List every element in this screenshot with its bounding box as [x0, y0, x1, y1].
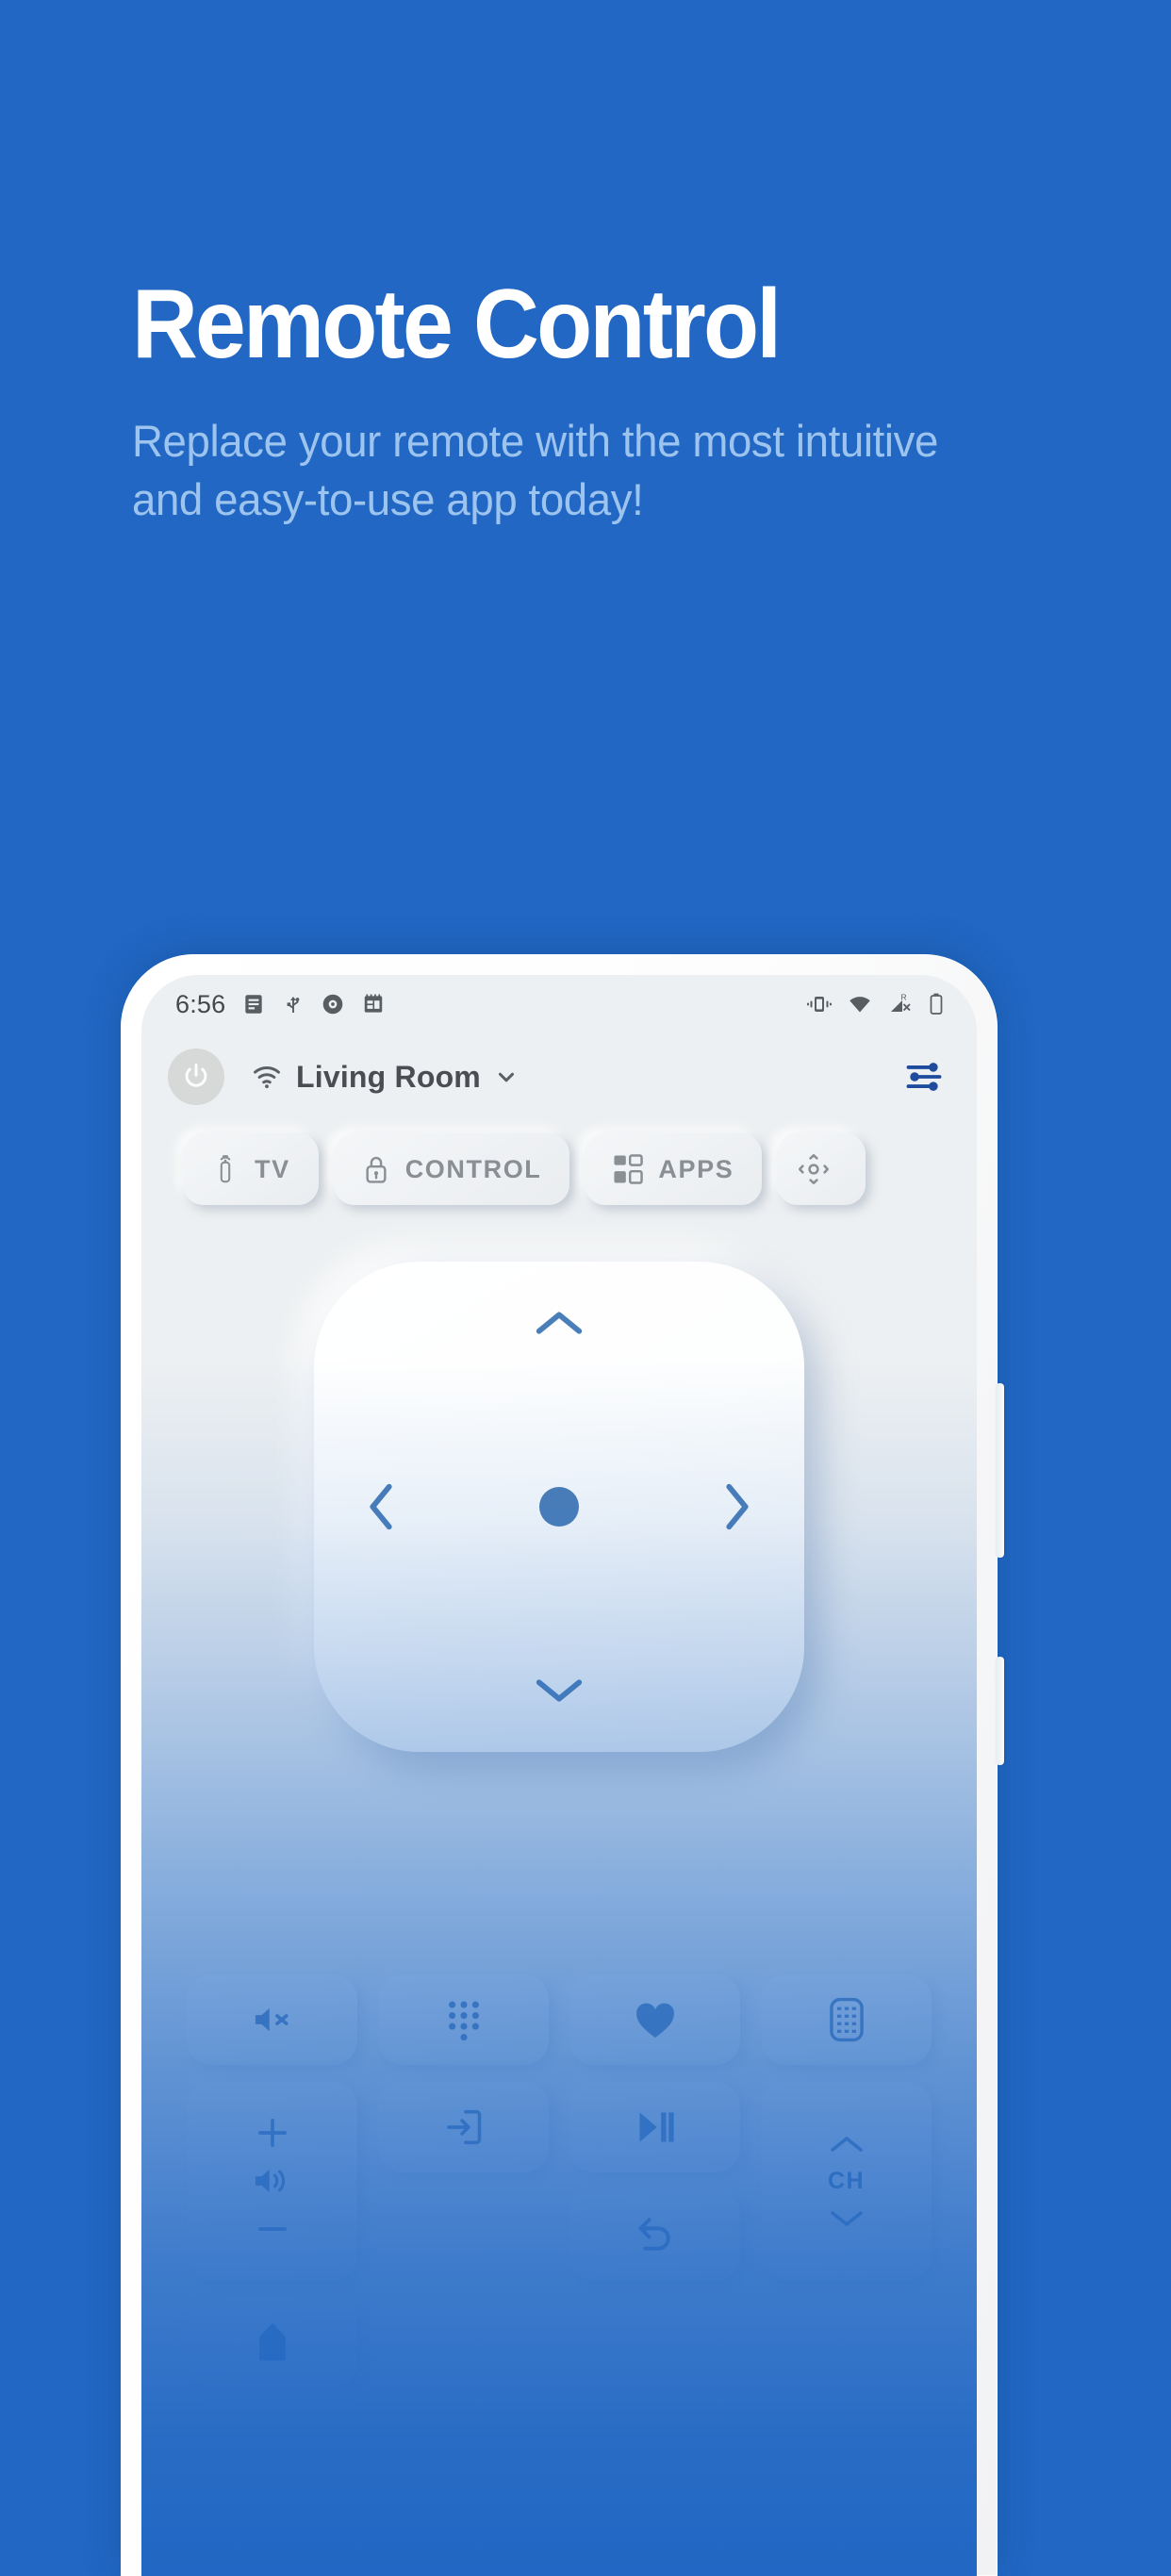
- favorite-button[interactable]: [569, 1974, 740, 2065]
- channel-rocker-group[interactable]: CH: [761, 2082, 932, 2280]
- tab-apps[interactable]: APPS: [585, 1133, 763, 1205]
- chevron-up-icon[interactable]: [532, 1305, 586, 1343]
- minus-icon[interactable]: [253, 2209, 292, 2249]
- input-source-icon: [442, 2105, 486, 2149]
- keypad-button[interactable]: [378, 1974, 549, 2065]
- channel-label: CH: [828, 2167, 865, 2194]
- status-bar-time: 6:56: [175, 989, 226, 1018]
- usb-icon: [282, 992, 305, 1016]
- room-selector[interactable]: Living Room: [251, 1060, 519, 1095]
- calendar-icon: [361, 992, 386, 1016]
- dpad-control[interactable]: [314, 1262, 804, 1752]
- tab-bar[interactable]: TV CONTROL APPS: [141, 1120, 977, 1222]
- heart-icon: [634, 2000, 677, 2039]
- wifi-icon: [847, 993, 873, 1016]
- chevron-down-icon[interactable]: [494, 1065, 519, 1089]
- volume-rocker-button[interactable]: [996, 1383, 1004, 1558]
- tab-control[interactable]: CONTROL: [333, 1133, 570, 1205]
- sliders-icon[interactable]: [903, 1056, 945, 1098]
- back-arrow-icon: [634, 2214, 677, 2255]
- dpad-icon: [798, 1153, 830, 1185]
- source-button[interactable]: [378, 2082, 549, 2172]
- marketing-copy: Remote Control Replace your remote with …: [132, 270, 1037, 528]
- volume-rocker-group[interactable]: [187, 2082, 357, 2280]
- grid-spacer-right: [378, 2297, 549, 2387]
- chevron-down-icon[interactable]: [825, 2204, 868, 2233]
- vibrate-icon: [806, 993, 833, 1016]
- record-disc-icon: [321, 992, 345, 1016]
- chevron-left-icon[interactable]: [363, 1479, 401, 1534]
- volume-icon: [251, 2162, 294, 2200]
- notes-icon: [241, 992, 266, 1016]
- dialpad-icon: [445, 1998, 483, 2041]
- battery-icon: [928, 992, 945, 1016]
- plus-icon[interactable]: [253, 2113, 292, 2153]
- app-header: Living Room: [141, 1033, 977, 1120]
- power-button[interactable]: [168, 1049, 224, 1105]
- home-button[interactable]: [187, 2297, 357, 2387]
- phone-mockup: 6:56 R Living Room TV CONTROL APPS CH: [121, 954, 1004, 2576]
- phone-screen: 6:56 R Living Room TV CONTROL APPS CH: [141, 975, 977, 2576]
- room-name-label: Living Room: [296, 1059, 481, 1094]
- lock-icon: [362, 1153, 390, 1185]
- power-key-button[interactable]: [996, 1657, 1004, 1765]
- svg-text:R: R: [901, 993, 907, 1002]
- keyboard-grid-icon: [828, 1996, 866, 2043]
- volume-mute-icon: [251, 2001, 294, 2039]
- chevron-down-icon[interactable]: [532, 1671, 586, 1709]
- tab-control-label: CONTROL: [404, 1154, 542, 1183]
- cellular-off-roaming-icon: R: [887, 992, 914, 1016]
- dpad-stage: [141, 1222, 977, 1752]
- status-bar: 6:56 R: [141, 975, 977, 1033]
- page-subtitle: Replace your remote with the most intuit…: [132, 416, 938, 524]
- page-title: Remote Control: [132, 270, 782, 379]
- play-pause-button[interactable]: [569, 2082, 740, 2172]
- tab-tv[interactable]: TV: [183, 1133, 319, 1205]
- back-button[interactable]: [569, 2189, 740, 2280]
- play-pause-icon: [635, 2107, 676, 2147]
- remote-stick-icon: [211, 1152, 239, 1186]
- keyboard-button[interactable]: [761, 1974, 932, 2065]
- wifi-icon: [251, 1064, 283, 1090]
- home-icon: [254, 2320, 291, 2364]
- ok-dot-button[interactable]: [539, 1487, 579, 1527]
- chevron-up-icon[interactable]: [825, 2130, 868, 2158]
- tab-apps-label: APPS: [658, 1154, 734, 1183]
- tab-nav[interactable]: [777, 1133, 866, 1205]
- grid-icon: [613, 1154, 644, 1184]
- grid-spacer-left: [378, 2189, 549, 2280]
- chevron-right-icon[interactable]: [717, 1479, 755, 1534]
- tab-tv-label: TV: [255, 1154, 290, 1183]
- mute-button[interactable]: [187, 1974, 357, 2065]
- remote-button-grid: CH: [141, 1974, 977, 2387]
